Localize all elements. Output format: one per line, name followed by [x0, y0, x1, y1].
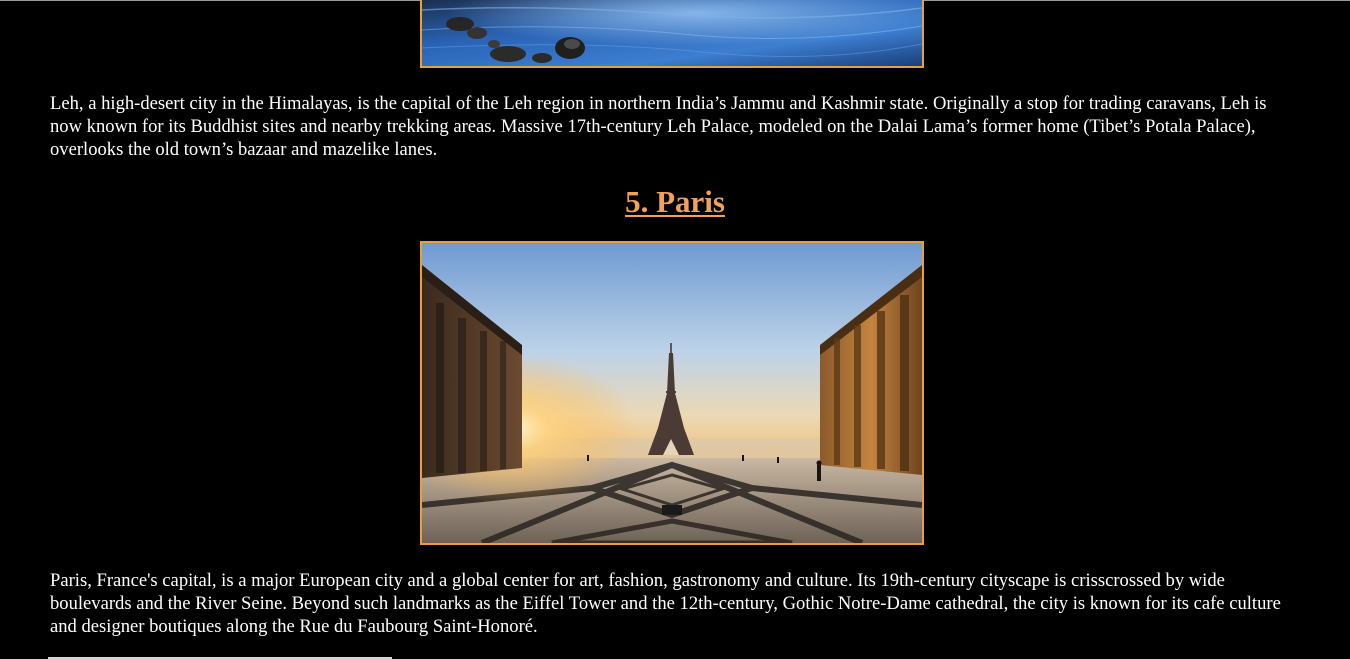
paris-heading: 5. Paris: [0, 180, 1350, 224]
paris-description: Paris, France's capital, is a major Euro…: [50, 570, 1281, 637]
leh-photo: [420, 0, 924, 68]
paris-photo: [420, 241, 924, 545]
paris-heading-link[interactable]: 5. Paris: [625, 184, 725, 219]
leh-river-image: [422, 0, 922, 66]
paris-eiffel-image: [422, 243, 922, 543]
leh-description: Leh, a high-desert city in the Himalayas…: [50, 93, 1267, 160]
